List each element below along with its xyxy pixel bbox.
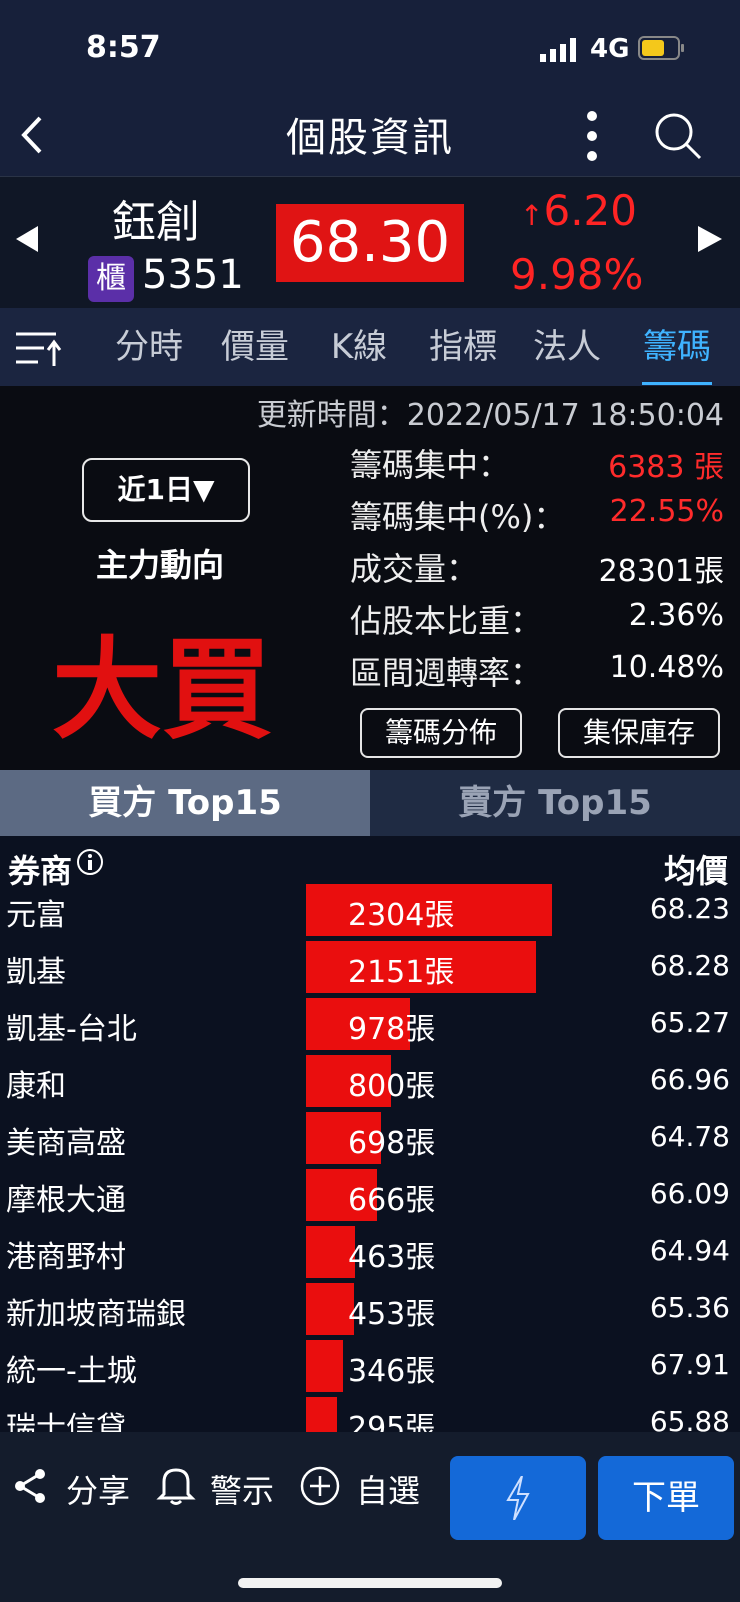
tab-buy-top15[interactable]: 買方 Top15: [0, 770, 370, 836]
signal-icon: [540, 38, 576, 62]
info-icon[interactable]: [76, 848, 104, 876]
alert-label[interactable]: 警示: [210, 1466, 274, 1512]
prev-stock-icon[interactable]: [16, 226, 40, 252]
network-label: 4G: [590, 34, 630, 64]
add-circle-icon[interactable]: [300, 1466, 340, 1506]
status-time: 8:57: [86, 30, 161, 65]
battery-icon: [638, 36, 684, 60]
page-title: 個股資訊: [286, 115, 454, 161]
more-icon[interactable]: [580, 108, 604, 164]
home-indicator: [238, 1578, 502, 1588]
broker-volume: 698張: [348, 1126, 436, 1161]
order-button[interactable]: 下單: [598, 1456, 734, 1540]
broker-volume: 978張: [348, 1012, 436, 1047]
broker-avg-price: 68.23: [649, 892, 730, 925]
broker-avg-price: 65.36: [649, 1291, 730, 1324]
price-change-value: 6.20: [543, 186, 637, 235]
next-stock-icon[interactable]: [698, 226, 722, 252]
main-force-label: 主力動向: [96, 546, 225, 584]
stat-label-concentration: 籌碼集中：: [350, 446, 511, 484]
stat-value-concentration-pct: 22.55%: [609, 494, 724, 529]
active-tab-indicator: [642, 382, 712, 385]
broker-name[interactable]: 元富: [6, 890, 66, 934]
stat-value-volume: 28301張: [598, 554, 724, 589]
tab-kline[interactable]: K線: [314, 308, 404, 386]
broker-avg-price: 68.28: [649, 949, 730, 982]
broker-name[interactable]: 凱基: [6, 947, 66, 991]
main-force-direction: 大買: [52, 626, 272, 754]
broker-name[interactable]: 美商高盛: [6, 1118, 126, 1162]
period-dropdown[interactable]: 近1日▼: [82, 458, 250, 522]
share-label[interactable]: 分享: [66, 1466, 130, 1512]
broker-name[interactable]: 摩根大通: [6, 1175, 126, 1219]
stat-value-turnover: 10.48%: [609, 650, 724, 685]
volume-bar: [306, 1340, 343, 1392]
broker-name[interactable]: 凱基-台北: [6, 1004, 137, 1048]
lightning-icon: [506, 1475, 530, 1521]
chip-distribution-button[interactable]: 籌碼分佈: [360, 708, 522, 758]
market-badge: 櫃: [88, 256, 134, 302]
stat-label-volume: 成交量：: [350, 550, 479, 588]
broker-volume: 463張: [348, 1240, 436, 1275]
last-price: 68.30: [276, 204, 464, 282]
price-change: ↑6.20: [520, 186, 637, 235]
stat-value-concentration: 6383 張: [608, 450, 724, 485]
broker-volume: 666張: [348, 1183, 436, 1218]
broker-avg-price: 65.27: [649, 1006, 730, 1039]
broker-avg-price: 66.09: [649, 1177, 730, 1210]
stat-label-concentration-pct: 籌碼集中(%)：: [350, 498, 566, 536]
watchlist-label[interactable]: 自選: [356, 1466, 420, 1512]
stat-label-capital-ratio: 佔股本比重：: [350, 602, 543, 640]
broker-name[interactable]: 統一-土城: [6, 1346, 137, 1390]
tab-price-volume[interactable]: 價量: [210, 308, 300, 386]
broker-avg-price: 66.96: [649, 1063, 730, 1096]
quick-order-button[interactable]: [450, 1456, 586, 1540]
bell-icon[interactable]: [156, 1464, 196, 1506]
broker-volume: 453張: [348, 1297, 436, 1332]
tab-institutional[interactable]: 法人: [522, 308, 612, 386]
search-icon[interactable]: [652, 110, 704, 162]
tab-indicators[interactable]: 指標: [418, 308, 508, 386]
price-change-pct: 9.98%: [510, 250, 644, 299]
share-icon[interactable]: [12, 1468, 48, 1504]
tab-intraday[interactable]: 分時: [104, 308, 194, 386]
broker-avg-price: 67.91: [649, 1348, 730, 1381]
stat-value-capital-ratio: 2.36%: [628, 598, 724, 633]
tab-chips[interactable]: 籌碼: [632, 308, 722, 386]
stock-code: 5351: [142, 252, 244, 298]
broker-name[interactable]: 港商野村: [6, 1232, 126, 1276]
custody-inventory-button[interactable]: 集保庫存: [558, 708, 720, 758]
stock-name: 鈺創: [112, 197, 200, 248]
up-arrow-icon: ↑: [520, 199, 544, 232]
broker-volume: 346張: [348, 1354, 436, 1389]
broker-volume: 2304張: [348, 898, 455, 933]
col-header-avg-price: 均價: [663, 852, 728, 890]
sort-menu-icon[interactable]: [16, 328, 62, 368]
volume-bar: [306, 1283, 354, 1335]
stat-label-turnover: 區間週轉率：: [350, 654, 543, 692]
broker-name[interactable]: 新加坡商瑞銀: [6, 1289, 186, 1333]
broker-avg-price: 64.94: [649, 1234, 730, 1267]
broker-volume: 800張: [348, 1069, 436, 1104]
broker-name[interactable]: 康和: [6, 1061, 66, 1105]
tab-sell-top15[interactable]: 賣方 Top15: [370, 770, 740, 836]
broker-avg-price: 64.78: [649, 1120, 730, 1153]
update-time: 更新時間：2022/05/17 18:50:04: [256, 398, 724, 433]
col-header-broker: 券商: [8, 852, 73, 890]
broker-volume: 2151張: [348, 955, 455, 990]
